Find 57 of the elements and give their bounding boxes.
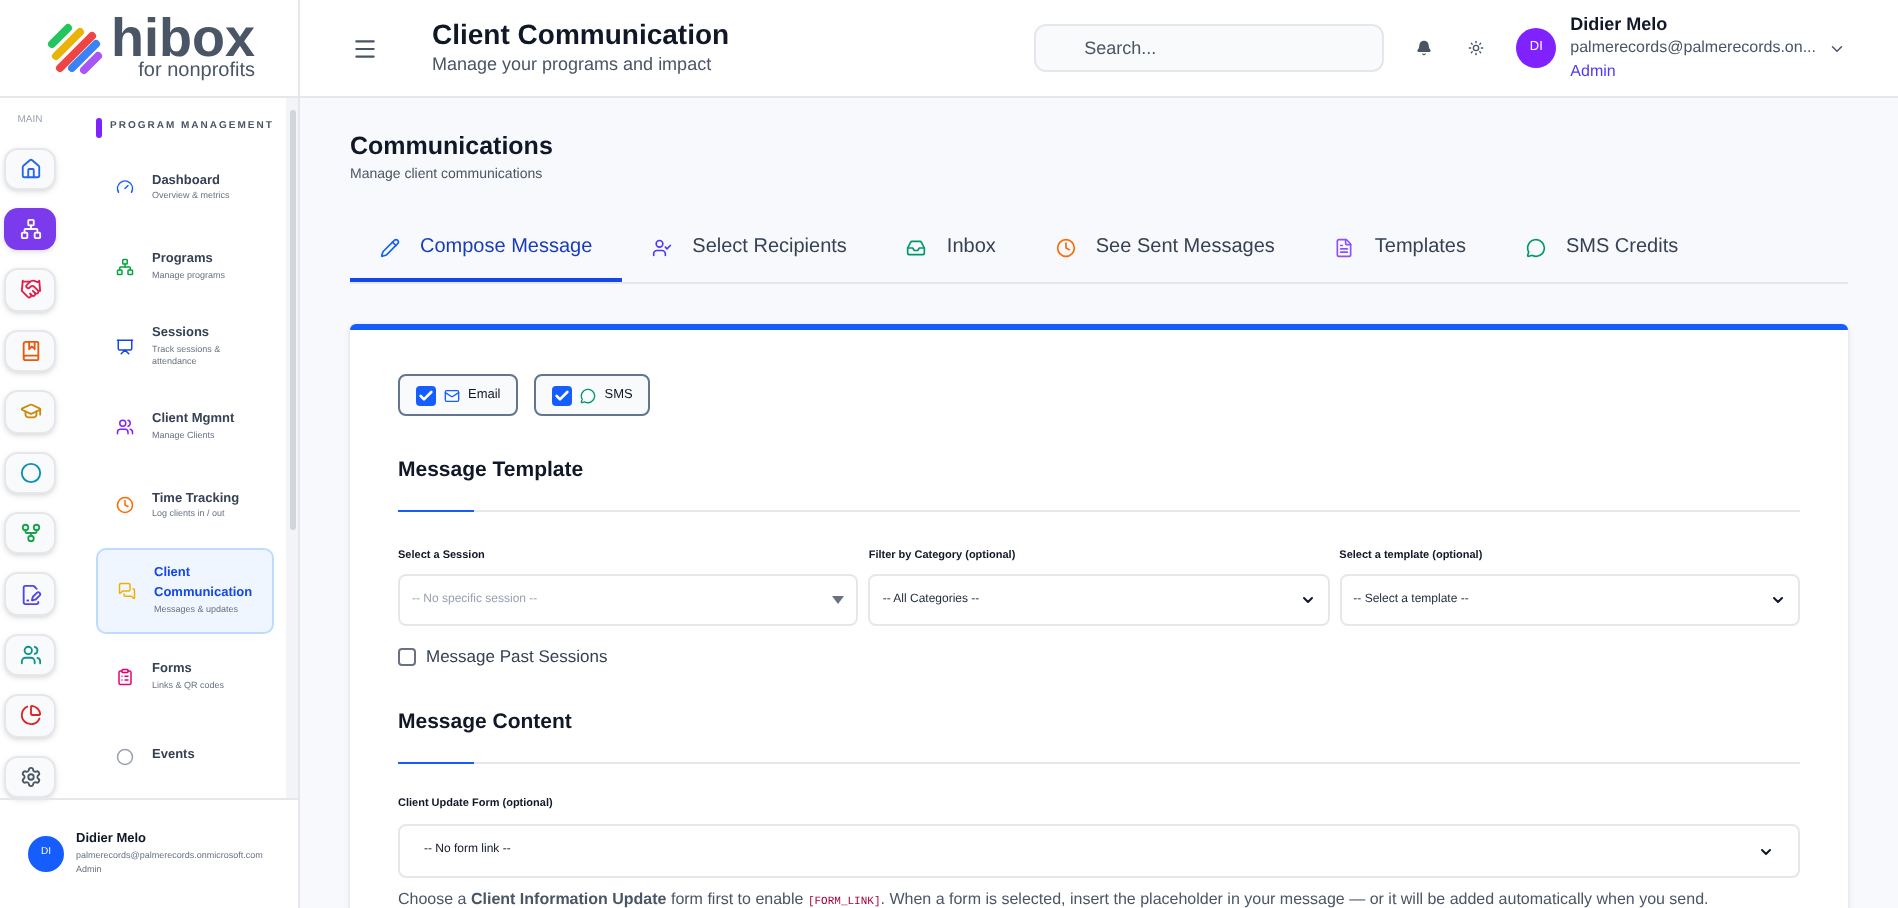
rail-button[interactable] [4,511,56,555]
tab[interactable]: SMS Credits [1495,216,1709,283]
rail-button[interactable] [4,451,56,494]
document-icon [1334,237,1355,258]
tab[interactable]: Inbox [876,216,1026,283]
chat-bubble-icon [1525,237,1546,258]
clock-icon [1055,237,1076,258]
rail-button[interactable] [4,633,56,677]
presentation-icon [116,337,134,356]
user-email: palmerecords@palmerecords.on... [1570,36,1816,60]
tab[interactable]: Templates [1304,216,1496,283]
circle-icon [116,747,134,766]
menu-icon[interactable] [352,35,378,61]
checkbox-label: Message Past Sessions [426,644,608,670]
section-marker [96,118,102,138]
user-role: Admin [1570,60,1618,84]
user-check-icon [652,237,673,258]
header-subtitle: Manage your programs and impact [432,52,714,79]
brand-name: hibox [111,14,255,62]
section-heading: Message Template [398,456,586,487]
pencil-icon [380,237,400,258]
chevron-down-icon [1758,843,1774,859]
clipboard-icon [116,667,134,686]
rail-button[interactable] [4,268,56,312]
header-title: Client Communication [432,16,730,53]
hierarchy-icon [19,218,41,241]
rail-button[interactable] [4,694,56,738]
clock-icon [116,496,134,515]
rail-button[interactable] [4,755,56,799]
hierarchy-icon [116,258,134,277]
checkbox[interactable] [552,385,573,406]
checkbox[interactable] [416,385,436,406]
chat-bubble-icon [580,387,597,404]
gauge-icon [116,178,134,197]
chevron-down-icon [1299,592,1316,609]
search-field[interactable]: Search... [1034,24,1385,72]
chevron-down-icon [1769,592,1786,609]
chat-bubbles-icon [118,582,136,601]
page-title: Communications [350,130,555,164]
tab[interactable]: Compose Message [350,216,623,283]
logo-stripes-icon [43,20,103,76]
inbox-icon [906,237,927,258]
rail-button[interactable] [4,147,56,190]
triangle-icon [832,596,845,605]
user-name: Didier Melo [1570,12,1670,36]
tab[interactable]: See Sent Messages [1025,216,1305,283]
users-icon [116,417,134,436]
rail-button[interactable] [4,329,56,373]
brand-tagline: for nonprofits [138,62,255,82]
rail-button[interactable] [4,572,56,616]
tab[interactable]: Select Recipients [622,216,877,283]
section-heading: Message Content [398,708,574,738]
sun-icon[interactable] [1468,40,1485,56]
checkbox[interactable] [398,648,416,667]
mail-icon [444,387,460,404]
bell-icon[interactable] [1416,40,1433,56]
rail-button[interactable] [4,207,56,251]
